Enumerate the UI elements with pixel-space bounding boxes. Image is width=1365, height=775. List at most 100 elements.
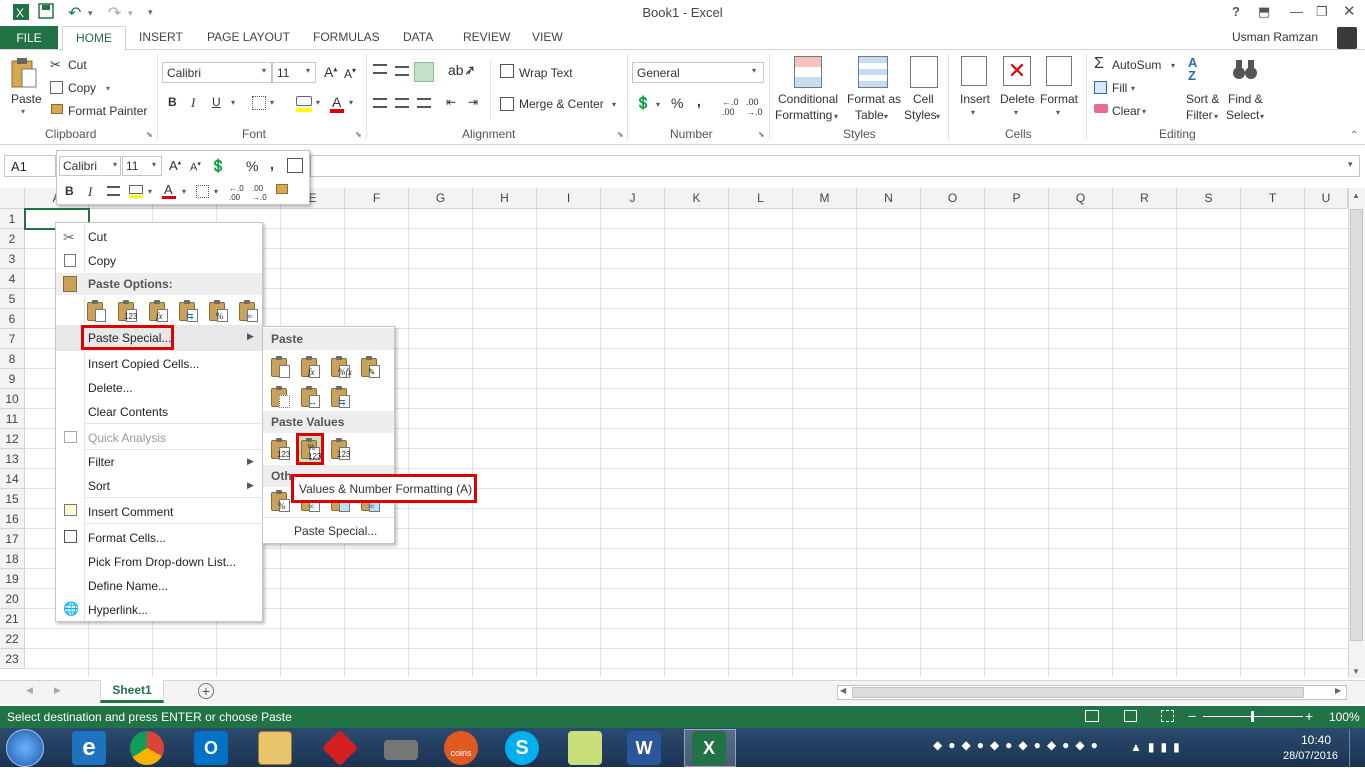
chip-app-icon[interactable]: [384, 740, 418, 760]
row-header[interactable]: 20: [0, 589, 25, 609]
wrap-text-button[interactable]: Wrap Text: [519, 66, 573, 80]
format-as-table-label-2[interactable]: Table: [855, 108, 884, 122]
cell-styles-label-2[interactable]: Styles: [904, 108, 937, 122]
comma-icon[interactable]: ,: [697, 93, 701, 109]
chrome-icon[interactable]: [130, 731, 164, 765]
horizontal-scroll-thumb[interactable]: [852, 687, 1304, 698]
paste-button[interactable]: Paste: [11, 92, 42, 106]
top-align-icon[interactable]: [373, 64, 387, 74]
format-cells-button[interactable]: Format: [1040, 92, 1078, 106]
menu-copy[interactable]: Copy: [88, 254, 116, 268]
mini-font-select[interactable]: Calibri: [59, 156, 121, 176]
word-icon[interactable]: W: [627, 731, 661, 765]
hscroll-right-icon[interactable]: ▶: [1335, 686, 1341, 695]
mini-format-painter-icon[interactable]: [276, 184, 288, 194]
row-header[interactable]: 23: [0, 649, 25, 669]
sub-formulas-icon[interactable]: fx: [299, 355, 323, 381]
sheet-next-icon[interactable]: ▶: [54, 685, 61, 696]
align-left-icon[interactable]: [373, 98, 387, 108]
cell-styles-label[interactable]: Cell: [913, 92, 934, 106]
percent-icon[interactable]: %: [671, 95, 683, 111]
menu-sort[interactable]: Sort: [88, 479, 110, 493]
column-header[interactable]: M: [793, 188, 857, 209]
fill-color-dropdown-icon[interactable]: ▾: [316, 98, 320, 107]
row-header[interactable]: 5: [0, 289, 25, 309]
column-header[interactable]: G: [409, 188, 473, 209]
paste-icon[interactable]: [85, 299, 109, 325]
ribbon-display-icon[interactable]: ⬒: [1258, 4, 1270, 20]
select-all-corner[interactable]: [0, 188, 25, 209]
sort-filter-label-2[interactable]: Filter: [1186, 108, 1213, 122]
column-header[interactable]: K: [665, 188, 729, 209]
coins-app-icon[interactable]: coins: [444, 731, 478, 765]
format-painter-button[interactable]: Format Painter: [68, 104, 147, 118]
mini-borders-dropdown-icon[interactable]: ▾: [214, 187, 218, 196]
insert-cells-dropdown-icon[interactable]: ▾: [971, 108, 975, 117]
format-as-table-dropdown-icon[interactable]: ▾: [884, 112, 888, 121]
underline-dropdown-icon[interactable]: ▾: [231, 98, 235, 107]
mini-decrease-decimal-icon[interactable]: .00 →.0: [252, 184, 267, 202]
mini-percent-icon[interactable]: %: [246, 158, 258, 174]
column-header[interactable]: S: [1177, 188, 1241, 209]
clear-button[interactable]: Clear: [1112, 104, 1141, 118]
increase-font-icon[interactable]: A▴: [324, 64, 337, 80]
mini-increase-decimal-icon[interactable]: ←.0.00: [229, 184, 244, 202]
menu-define-name[interactable]: Define Name...: [88, 579, 168, 593]
column-header[interactable]: O: [921, 188, 985, 209]
mini-fill-dropdown-icon[interactable]: ▾: [148, 187, 152, 196]
close-icon[interactable]: ✕: [1343, 2, 1356, 20]
paste-dropdown-icon[interactable]: ▾: [21, 107, 25, 116]
font-color-icon[interactable]: A: [332, 94, 341, 110]
borders-dropdown-icon[interactable]: ▾: [270, 98, 274, 107]
paste-formatting-icon[interactable]: %: [207, 299, 231, 325]
page-layout-view-icon[interactable]: [1124, 710, 1137, 722]
row-header[interactable]: 12: [0, 429, 25, 449]
merge-center-button[interactable]: Merge & Center: [519, 97, 604, 111]
find-select-label[interactable]: Find &: [1228, 92, 1263, 106]
sheet-tab-sheet1[interactable]: Sheet1: [100, 680, 164, 703]
sort-filter-dropdown-icon[interactable]: ▾: [1214, 112, 1218, 121]
italic-icon[interactable]: I: [191, 95, 195, 111]
increase-decimal-icon[interactable]: ←.0.00: [722, 97, 739, 117]
font-color-dropdown-icon[interactable]: ▾: [349, 98, 353, 107]
alignment-dialog-launcher-icon[interactable]: ⬊: [617, 130, 624, 139]
cut-button[interactable]: Cut: [68, 58, 87, 72]
menu-filter[interactable]: Filter: [88, 455, 115, 469]
zoom-out-icon[interactable]: −: [1188, 708, 1196, 724]
sheet-prev-icon[interactable]: ◀: [26, 685, 33, 696]
row-header[interactable]: 11: [0, 409, 25, 429]
outlook-icon[interactable]: O: [194, 731, 228, 765]
middle-align-icon[interactable]: [395, 66, 409, 76]
row-header[interactable]: 1: [0, 209, 25, 229]
format-cells-dropdown-icon[interactable]: ▾: [1056, 108, 1060, 117]
restore-icon[interactable]: ❐: [1316, 4, 1328, 20]
mini-center-icon[interactable]: [107, 186, 120, 196]
orientation-dropdown-icon[interactable]: ▾: [467, 68, 471, 77]
mini-italic-icon[interactable]: I: [88, 184, 92, 200]
vertical-scroll-thumb[interactable]: [1350, 209, 1363, 641]
row-header[interactable]: 14: [0, 469, 25, 489]
tab-view[interactable]: VIEW: [532, 30, 563, 44]
mini-font-color-icon[interactable]: A: [164, 182, 173, 197]
row-header[interactable]: 15: [0, 489, 25, 509]
row-header[interactable]: 19: [0, 569, 25, 589]
conditional-formatting-label[interactable]: Conditional: [778, 92, 838, 106]
row-header[interactable]: 4: [0, 269, 25, 289]
column-header[interactable]: P: [985, 188, 1049, 209]
decrease-decimal-icon[interactable]: .00 →.0: [746, 97, 763, 117]
skype-icon[interactable]: S: [505, 731, 539, 765]
submenu-paste-special[interactable]: Paste Special...: [294, 524, 377, 538]
number-dialog-launcher-icon[interactable]: ⬊: [758, 130, 765, 139]
hscroll-left-icon[interactable]: ◀: [840, 686, 846, 695]
tray-status-icons[interactable]: ▲▮▮▮: [1130, 740, 1186, 754]
page-break-view-icon[interactable]: [1161, 710, 1174, 722]
system-tray-icons[interactable]: ◆●◆●◆●◆●◆●◆●: [933, 738, 1118, 758]
borders-icon[interactable]: [252, 96, 266, 110]
mini-table-icon[interactable]: [287, 158, 303, 173]
new-sheet-icon[interactable]: +: [198, 683, 214, 699]
paste-formulas-icon[interactable]: fx: [147, 299, 171, 325]
tab-formulas[interactable]: FORMULAS: [313, 30, 380, 44]
sort-filter-label[interactable]: Sort &: [1186, 92, 1219, 106]
formula-input[interactable]: [310, 155, 1360, 177]
tab-review[interactable]: REVIEW: [463, 30, 510, 44]
